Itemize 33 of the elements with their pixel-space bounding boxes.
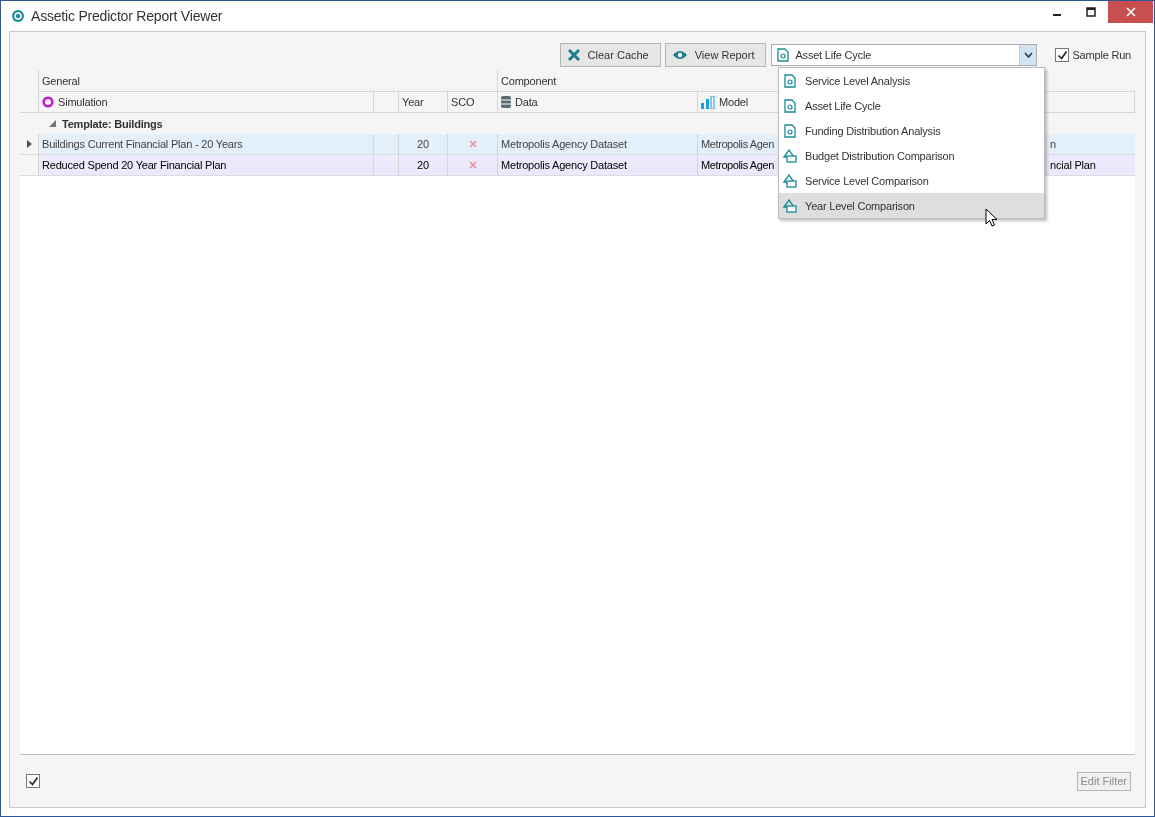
ring-icon	[42, 96, 54, 108]
window-title: Assetic Predictor Report Viewer	[31, 8, 223, 24]
sample-run-checkbox[interactable]: Sample Run	[1055, 48, 1131, 62]
clear-cache-button[interactable]: Clear Cache	[559, 43, 661, 67]
caret-icon	[1023, 52, 1033, 58]
database-icon	[501, 96, 511, 108]
bar-chart-icon	[701, 95, 715, 109]
menu-item[interactable]: Service Level Analysis	[779, 68, 1044, 93]
table-cell: Reduced Spend 20 Year Financial Plan	[39, 155, 374, 176]
table-cell: 20	[399, 155, 448, 176]
menu-item[interactable]: Year Level Comparison	[779, 193, 1044, 218]
view-report-button[interactable]: View Report	[664, 43, 767, 67]
compare-icon	[783, 173, 797, 188]
minimize-icon	[1053, 14, 1061, 16]
app-logo-icon	[11, 9, 25, 23]
table-cell: ncial Plan	[1048, 155, 1135, 176]
collapse-triangle-icon[interactable]	[49, 120, 56, 127]
checkmark-icon	[1056, 49, 1068, 61]
report-icon	[783, 98, 797, 113]
group-label: Template: Buildings	[62, 117, 163, 130]
report-dropdown[interactable]: Asset Life Cycle	[771, 44, 1038, 66]
report-icon	[783, 73, 797, 88]
table-cell: Metropolis Agency Dataset	[498, 155, 698, 176]
compare-icon	[783, 148, 797, 163]
cross-icon	[566, 48, 581, 62]
filter-checkbox[interactable]	[26, 774, 40, 788]
row-indicator-icon	[26, 140, 32, 148]
eye-icon	[671, 49, 688, 61]
report-icon	[777, 48, 790, 62]
close-icon	[1125, 7, 1136, 17]
report-icon	[783, 123, 797, 138]
maximize-icon	[1086, 7, 1096, 17]
compare-icon	[783, 198, 797, 213]
